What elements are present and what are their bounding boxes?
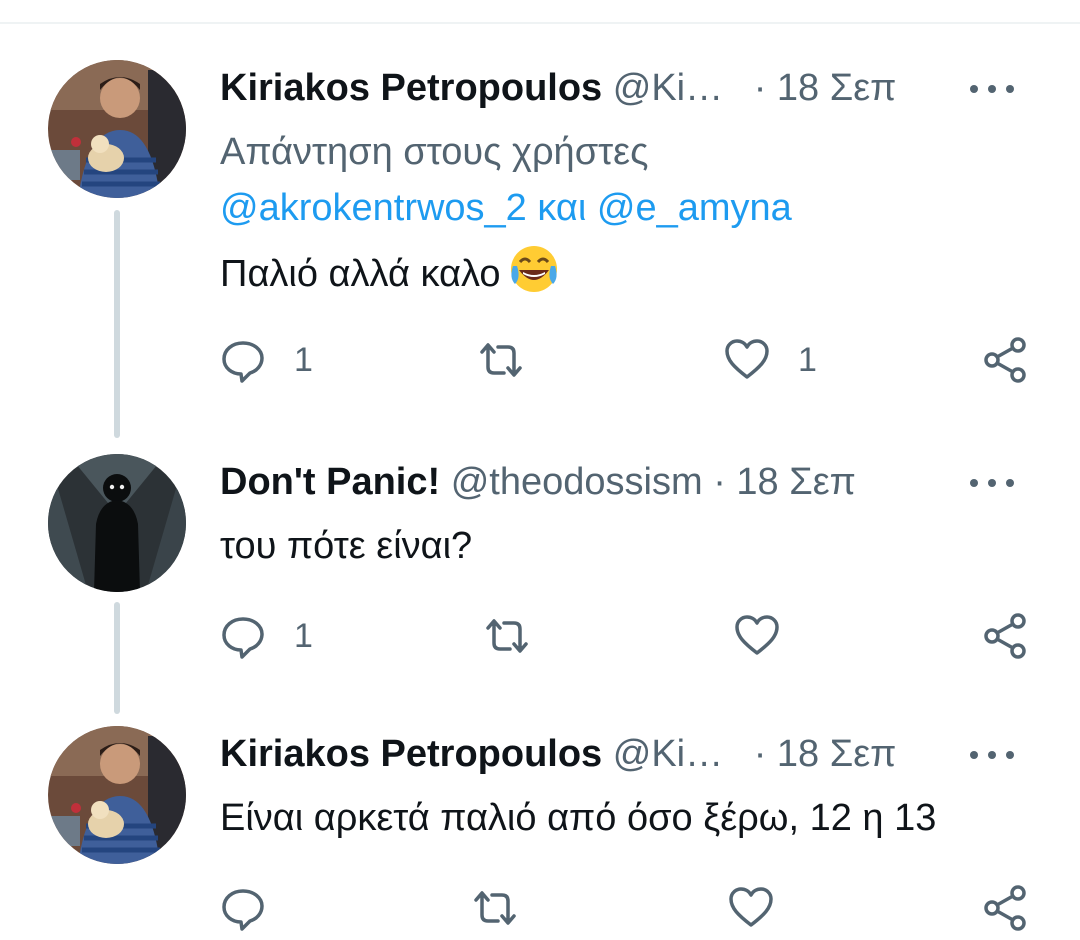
reply-icon [222,341,264,383]
reply-count: 1 [294,616,313,655]
avatar-image [48,726,186,864]
more-icon[interactable] [964,462,1020,502]
thread-line [114,602,120,714]
top-divider [0,0,1080,24]
author-handle[interactable]: @Ki… [613,67,723,109]
mention-link[interactable]: @akrokentrwos_2 [220,187,527,229]
tweet-header: Don't Panic! @theodossism · 18 Σεπ [220,454,1040,510]
reply-count: 1 [294,340,313,379]
tweet-actions: 1 1 [220,332,1040,388]
thread-line [114,210,120,438]
share-button[interactable] [982,608,1028,664]
like-icon [725,339,769,379]
share-button[interactable] [982,332,1028,388]
author-handle[interactable]: @Ki… [613,733,723,775]
retweet-icon [474,891,516,925]
more-icon[interactable] [964,68,1020,108]
like-icon [729,887,773,927]
avatar-image [48,60,186,198]
share-icon [984,885,1026,931]
share-icon [984,337,1026,383]
tweet-text: Παλιό αλλά καλο [220,244,559,302]
tweet-header: Kiriakos Petropoulos @Ki… · 18 Σεπ [220,726,1040,782]
like-count: 1 [798,340,817,379]
reply-button[interactable] [220,880,294,936]
separator-dot: · [753,733,767,775]
reply-to-mentions: @akrokentrwos_2 και @e_amyna [220,180,792,236]
reply-button[interactable]: 1 [220,332,313,388]
retweet-button[interactable] [484,608,558,664]
avatar[interactable] [48,726,186,864]
reply-icon [222,889,264,931]
retweet-icon [486,619,528,653]
share-icon [984,613,1026,659]
like-icon [735,615,779,655]
author-handle[interactable]: @theodossism [451,461,703,503]
avatar[interactable] [48,60,186,198]
tweet-actions: 1 [220,608,1040,664]
reply-button[interactable]: 1 [220,608,313,664]
laughing-emoji-icon [510,246,557,292]
reply-to-prefix: Απάντηση στους χρήστες [220,131,649,173]
like-button[interactable]: 1 [724,332,817,388]
reply-connector: και [537,187,587,229]
tweet-header: Kiriakos Petropoulos @Ki… · 18 Σεπ [220,60,1040,116]
avatar[interactable] [48,454,186,592]
tweet-text-content: Παλιό αλλά καλο [220,253,501,295]
tweet-date[interactable]: 18 Σεπ [777,733,896,775]
author-name[interactable]: Don't Panic! [220,461,440,503]
mention-link[interactable]: @e_amyna [597,187,792,229]
like-button[interactable] [734,608,808,664]
retweet-icon [480,343,522,377]
tweet-text-content: Είναι αρκετά παλιό από όσο ξέρω, 12 η 13 [220,797,937,839]
tweet-date[interactable]: 18 Σεπ [736,461,855,503]
tweet-text: Είναι αρκετά παλιό από όσο ξέρω, 12 η 13 [220,790,936,846]
tweet-actions [220,880,1040,936]
tweet-text-content: του πότε είναι? [220,525,473,567]
reply-icon [222,617,264,659]
like-button[interactable] [728,880,802,936]
tweet-date[interactable]: 18 Σεπ [777,67,896,109]
avatar-image [48,454,186,592]
share-button[interactable] [982,880,1028,936]
reply-to-label: Απάντηση στους χρήστες [220,124,648,180]
retweet-button[interactable] [472,880,546,936]
more-icon[interactable] [964,734,1020,774]
separator-dot: · [753,67,767,109]
tweet-text: του πότε είναι? [220,518,472,574]
author-name[interactable]: Kiriakos Petropoulos [220,733,602,775]
separator-dot: · [713,461,726,503]
retweet-button[interactable] [478,332,552,388]
author-name[interactable]: Kiriakos Petropoulos [220,67,602,109]
